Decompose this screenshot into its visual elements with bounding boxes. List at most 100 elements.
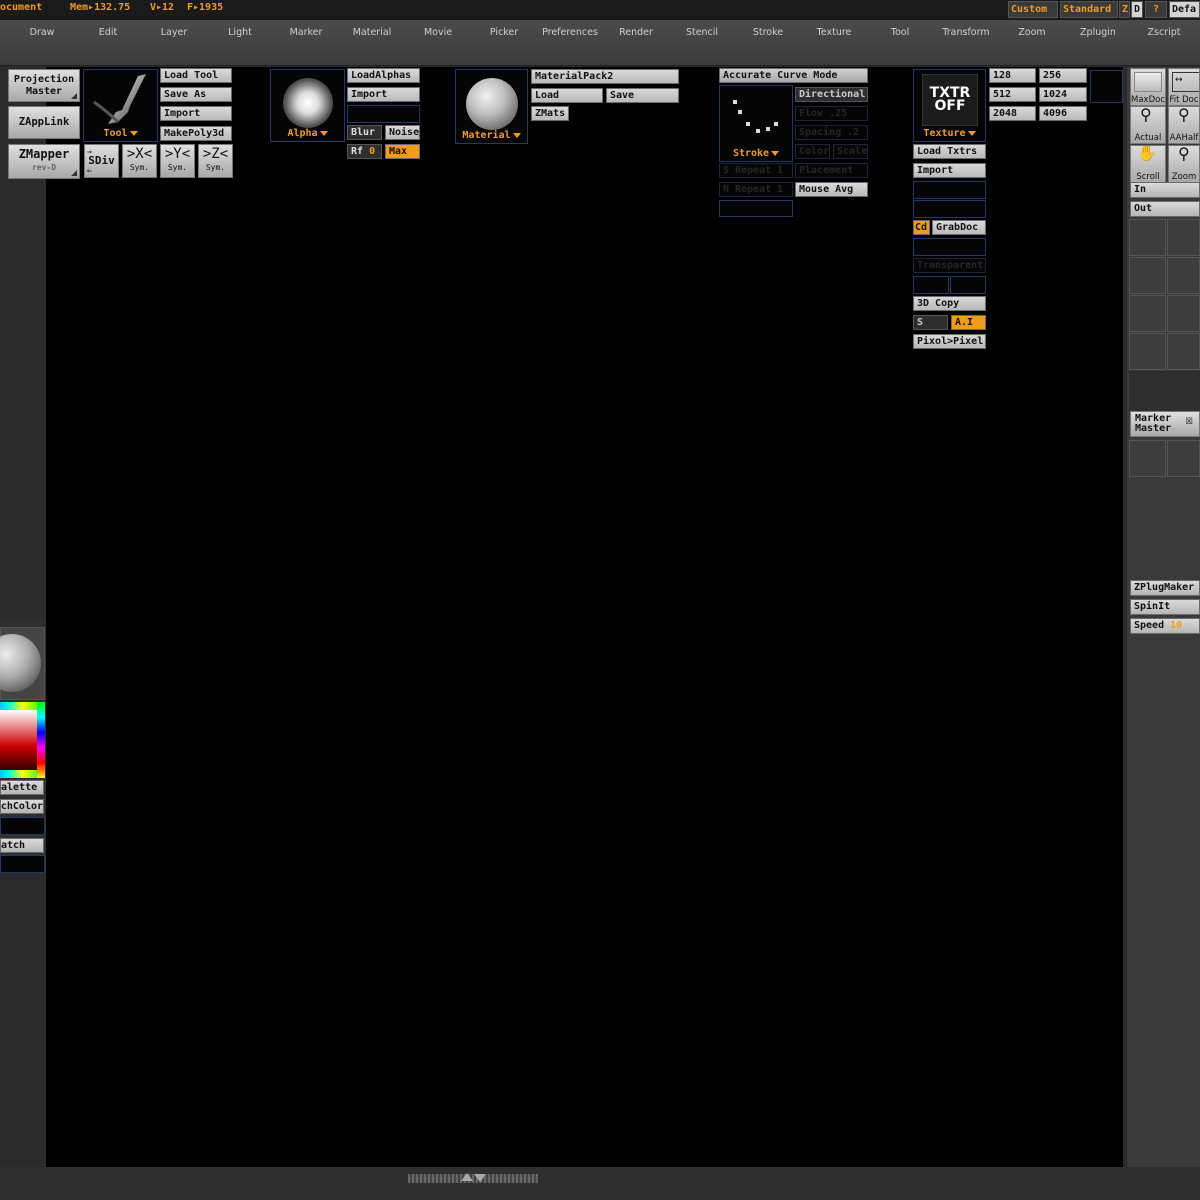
accurate-curve-mode-button[interactable]: Accurate Curve Mode (719, 68, 868, 83)
max-button[interactable]: Max (385, 144, 420, 159)
alpha-panel[interactable]: Alpha (270, 69, 345, 142)
zmapper-label: ZMapper (18, 147, 70, 161)
menu-zoom[interactable]: Zoom (999, 27, 1065, 38)
menu-transform[interactable]: Transform (933, 27, 999, 38)
help-button[interactable]: ? (1145, 1, 1167, 18)
texture-empty-slot-3 (913, 238, 986, 256)
ai-toggle[interactable]: A.I (951, 315, 986, 330)
color-picker[interactable] (0, 702, 45, 778)
arrow-up-icon (461, 1173, 473, 1181)
maxdoc-button[interactable]: MaxDoc (1130, 68, 1166, 106)
size-4096-button[interactable]: 4096 (1039, 106, 1087, 121)
size-128-button[interactable]: 128 (989, 68, 1036, 83)
pixol-pixel-button[interactable]: Pixol>Pixel (913, 334, 986, 349)
menu-preferences[interactable]: Preferences (537, 27, 603, 38)
chevron-down-icon (771, 150, 780, 156)
preset-d-button[interactable]: D (1131, 1, 1143, 18)
menu-zplugin[interactable]: Zplugin (1065, 27, 1131, 38)
material-save-button[interactable]: Save (606, 88, 679, 103)
close-icon[interactable]: ☒ (1185, 414, 1193, 427)
makepoly3d-button[interactable]: MakePoly3d (160, 126, 232, 141)
menu-layer[interactable]: Layer (141, 27, 207, 38)
spinit-button[interactable]: SpinIt (1130, 599, 1200, 615)
aahalf-button[interactable]: ⚲ AAHalf (1168, 106, 1200, 144)
menu-stencil[interactable]: Stencil (669, 27, 735, 38)
load-alphas-button[interactable]: LoadAlphas (347, 68, 420, 83)
menu-draw[interactable]: Draw (9, 27, 75, 38)
main-color-swatch[interactable] (0, 627, 45, 700)
bottom-tray-handle[interactable] (408, 1173, 538, 1183)
menu-texture[interactable]: Texture (801, 27, 867, 38)
s-slider[interactable]: S (913, 315, 948, 330)
sdiv-button[interactable]: ⇒ SDiv ⇐ (84, 144, 119, 178)
switch-color-button[interactable]: chColor (0, 799, 44, 814)
size-1024-button[interactable]: 1024 (1039, 87, 1087, 102)
sym-z-button[interactable]: >Z< Sym. (198, 144, 233, 178)
menu-zscript[interactable]: Zscript (1131, 27, 1197, 38)
watch-button[interactable]: atch (0, 838, 44, 853)
save-as-button[interactable]: Save As (160, 87, 232, 102)
speed-slider[interactable]: Speed 10 (1130, 618, 1200, 634)
material-load-button[interactable]: Load (531, 88, 603, 103)
actual-button[interactable]: ⚲ Actual (1130, 106, 1166, 144)
menu-render[interactable]: Render (603, 27, 669, 38)
texture-import-button[interactable]: Import (913, 163, 986, 178)
projection-master-button[interactable]: Projection Master (8, 69, 80, 102)
rf-label: Rf (351, 146, 364, 157)
alpha-import-button[interactable]: Import (347, 87, 420, 102)
chevron-down-icon (512, 132, 521, 138)
3d-copy-button[interactable]: 3D Copy (913, 296, 986, 311)
directional-button[interactable]: Directional (795, 87, 868, 102)
zapplink-button[interactable]: ZAppLink (8, 106, 80, 139)
fitdoc-button[interactable]: ↔ Fit Doc (1168, 68, 1200, 106)
menu-material[interactable]: Material (339, 27, 405, 38)
size-256-button[interactable]: 256 (1039, 68, 1087, 83)
sym-y-sublabel: Sym. (167, 163, 188, 172)
zmapper-button[interactable]: ZMapper rev-D (8, 144, 80, 179)
menu-tool[interactable]: Tool (867, 27, 933, 38)
mouse-avg-slider[interactable]: Mouse Avg (795, 182, 868, 197)
preset-standard-button[interactable]: Standard (1060, 1, 1118, 18)
preset-custom-button[interactable]: Custom (1008, 1, 1058, 18)
menu-bar: Draw Edit Layer Light Marker Material Mo… (0, 20, 1200, 66)
flow-slider: Flow .25 (795, 106, 868, 121)
tool-panel[interactable]: Tool (83, 69, 158, 142)
sym-x-button[interactable]: >X< Sym. (122, 144, 157, 178)
menu-movie[interactable]: Movie (405, 27, 471, 38)
menu-stroke[interactable]: Stroke (735, 27, 801, 38)
zoom-in-button[interactable]: In (1130, 182, 1200, 198)
zoom-out-button[interactable]: Out (1130, 201, 1200, 217)
load-txtrs-button[interactable]: Load Txtrs (913, 144, 986, 159)
menu-light[interactable]: Light (207, 27, 273, 38)
scroll-button[interactable]: ✋ Scroll (1130, 145, 1166, 183)
size-512-button[interactable]: 512 (989, 87, 1036, 102)
hue-slider[interactable] (37, 702, 45, 778)
load-tool-button[interactable]: Load Tool (160, 68, 232, 83)
menu-picker[interactable]: Picker (471, 27, 537, 38)
cd-toggle[interactable]: Cd (913, 220, 930, 235)
size-2048-button[interactable]: 2048 (989, 106, 1036, 121)
texture-panel[interactable]: TXTR OFF Texture (913, 69, 986, 142)
material-panel[interactable]: Material (455, 69, 528, 144)
zoom-button[interactable]: ⚲ Zoom (1168, 145, 1200, 183)
blur-slider[interactable]: Blur (347, 125, 382, 140)
menu-edit[interactable]: Edit (75, 27, 141, 38)
preset-z-button[interactable]: Z (1119, 1, 1130, 18)
marker-master-button[interactable]: Marker Master ☒ (1130, 411, 1200, 437)
noise-button[interactable]: Noise (385, 125, 420, 140)
menu-marker[interactable]: Marker (273, 27, 339, 38)
sym-y-button[interactable]: >Y< Sym. (160, 144, 195, 178)
preset-default-button[interactable]: Defa (1169, 1, 1200, 18)
projection-master-label-2: Master (25, 86, 63, 97)
zmats-button[interactable]: ZMats (531, 106, 569, 121)
grabdoc-button[interactable]: GrabDoc (932, 220, 986, 235)
size-empty-slot (1090, 70, 1123, 103)
palette-button[interactable]: alette (0, 780, 44, 795)
stroke-panel[interactable]: Stroke (719, 85, 793, 162)
zplugmaker-button[interactable]: ZPlugMaker (1130, 580, 1200, 596)
tool-import-button[interactable]: Import (160, 106, 232, 121)
rf-slider[interactable]: Rf 0 (347, 144, 382, 159)
color-gradient-square[interactable] (0, 710, 37, 770)
materialpack-button[interactable]: MaterialPack2 (531, 69, 679, 84)
empty-cell (1167, 295, 1200, 332)
